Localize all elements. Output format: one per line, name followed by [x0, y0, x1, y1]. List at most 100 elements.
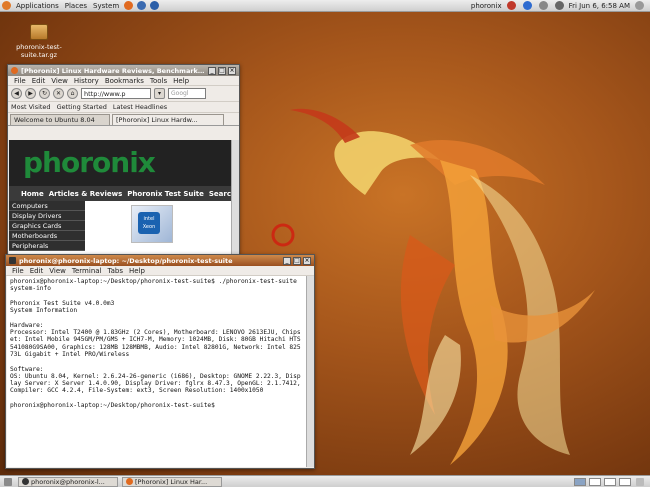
firefox-scrollbar[interactable]: [231, 140, 239, 254]
power-icon[interactable]: [635, 1, 644, 10]
firefox-titlebar[interactable]: [Phoronix] Linux Hardware Reviews, Bench…: [8, 65, 239, 76]
nav-home[interactable]: Home: [21, 190, 44, 198]
firefox-task-icon: [126, 477, 133, 485]
terminal-titlebar[interactable]: phoronix@phoronix-laptop: ~/Desktop/phor…: [6, 255, 314, 266]
nav-test-suite[interactable]: Phoronix Test Suite: [127, 190, 204, 198]
workspace-4[interactable]: [619, 477, 631, 486]
terminal-output[interactable]: phoronix@phoronix-laptop:~/Desktop/phoro…: [7, 276, 306, 467]
sidebar-item-motherboards[interactable]: Motherboards: [9, 231, 85, 241]
taskbar-firefox-label: [Phoronix] Linux Har...: [135, 477, 208, 486]
rss-feed-icon[interactable]: ▾: [154, 88, 165, 99]
sidebar-item-computers[interactable]: Computers: [9, 201, 85, 211]
web-page: phoronix Home Articles & Reviews Phoroni…: [9, 140, 231, 254]
bookmark-latest-headlines[interactable]: Latest Headlines: [113, 103, 167, 111]
bottom-panel: phoronix@phoronix-l... [Phoronix] Linux …: [0, 475, 650, 487]
bookmark-getting-started[interactable]: Getting Started: [57, 103, 107, 111]
reload-icon[interactable]: ↻: [39, 88, 50, 99]
firefox-icon: [11, 67, 18, 74]
workspace-1[interactable]: [574, 477, 586, 486]
volume-icon[interactable]: [554, 1, 564, 10]
site-nav: Home Articles & Reviews Phoronix Test Su…: [9, 186, 231, 201]
site-sidebar: Computers Display Drivers Graphics Cards…: [9, 201, 85, 251]
close-button[interactable]: ×: [228, 66, 236, 75]
firefox-window-title: [Phoronix] Linux Hardware Reviews, Bench…: [21, 66, 206, 75]
nav-search[interactable]: Search: [209, 190, 231, 198]
network-icon[interactable]: [506, 1, 516, 10]
minimize-button[interactable]: _: [283, 256, 291, 265]
close-button[interactable]: ×: [303, 256, 311, 265]
firefox-launcher-icon[interactable]: [124, 1, 134, 10]
stop-icon[interactable]: ✕: [53, 88, 64, 99]
site-banner: phoronix: [9, 140, 231, 186]
menu-tools[interactable]: Tools: [147, 76, 170, 86]
taskbar-firefox[interactable]: [Phoronix] Linux Har...: [122, 476, 222, 487]
menu-edit[interactable]: Edit: [27, 266, 47, 276]
back-arrow-icon[interactable]: ◀: [11, 88, 22, 99]
email-launcher-icon[interactable]: [137, 1, 147, 10]
intel-xeon-badge: intel Xeon: [138, 212, 160, 234]
tab-strip: Welcome to Ubuntu 8.04 [Phoronix] Linux …: [8, 113, 239, 126]
firefox-window[interactable]: [Phoronix] Linux Hardware Reviews, Bench…: [7, 64, 240, 256]
terminal-icon: [9, 257, 16, 264]
help-launcher-icon[interactable]: [150, 1, 160, 10]
menu-view[interactable]: View: [48, 76, 71, 86]
menu-bookmarks[interactable]: Bookmarks: [102, 76, 147, 86]
menu-file[interactable]: File: [9, 266, 27, 276]
workspace-2[interactable]: [589, 477, 601, 486]
terminal-scrollbar[interactable]: [306, 276, 314, 467]
menu-help[interactable]: Help: [126, 266, 148, 276]
show-desktop-icon[interactable]: [4, 477, 12, 486]
url-bar[interactable]: http://www.p: [81, 88, 151, 99]
terminal-task-icon: [22, 477, 29, 485]
forward-arrow-icon[interactable]: ▶: [25, 88, 36, 99]
wallpaper-heron-art: [271, 108, 595, 465]
menu-view[interactable]: View: [46, 266, 69, 276]
workspace-3[interactable]: [604, 477, 616, 486]
menu-terminal[interactable]: Terminal: [69, 266, 105, 276]
tab-phoronix[interactable]: [Phoronix] Linux Hardw...: [112, 114, 224, 125]
url-text: http://www.p: [84, 89, 126, 98]
site-logo[interactable]: phoronix: [23, 149, 156, 177]
bookmark-most-visited[interactable]: Most Visited: [11, 103, 51, 111]
desktop-file-label: phoronix-test-suite.tar.gz: [16, 43, 62, 59]
archive-icon: [30, 24, 48, 40]
trash-icon[interactable]: [636, 477, 644, 486]
maximize-button[interactable]: □: [218, 66, 226, 75]
system-tray: phoronix Fri Jun 6, 6:58 AM: [471, 1, 650, 10]
search-placeholder: Googl: [171, 90, 189, 97]
ubuntu-logo-icon[interactable]: [2, 1, 11, 10]
sidebar-item-peripherals[interactable]: Peripherals: [9, 241, 85, 251]
search-input[interactable]: Googl: [168, 88, 206, 99]
user-name[interactable]: phoronix: [471, 2, 502, 10]
sidebar-item-display-drivers[interactable]: Display Drivers: [9, 211, 85, 221]
terminal-window-title: phoronix@phoronix-laptop: ~/Desktop/phor…: [19, 256, 233, 265]
navigation-toolbar: ◀ ▶ ↻ ✕ ⌂ http://www.p ▾ Googl: [8, 86, 239, 102]
minimize-button[interactable]: _: [208, 66, 216, 75]
menu-file[interactable]: File: [11, 76, 29, 86]
menu-tabs[interactable]: Tabs: [105, 266, 127, 276]
clock[interactable]: Fri Jun 6, 6:58 AM: [569, 2, 630, 10]
menu-help[interactable]: Help: [170, 76, 192, 86]
menu-edit[interactable]: Edit: [29, 76, 49, 86]
page-content: Computers Display Drivers Graphics Cards…: [9, 201, 231, 251]
taskbar-terminal-label: phoronix@phoronix-l...: [31, 477, 105, 486]
terminal-window[interactable]: phoronix@phoronix-laptop: ~/Desktop/phor…: [5, 254, 315, 469]
menu-applications[interactable]: Applications: [13, 0, 62, 12]
tab-welcome[interactable]: Welcome to Ubuntu 8.04: [10, 114, 110, 125]
workspace-switcher: [574, 477, 650, 486]
menu-system[interactable]: System: [90, 0, 122, 12]
battery-icon[interactable]: [538, 1, 548, 10]
menu-places[interactable]: Places: [62, 0, 90, 12]
menu-history[interactable]: History: [71, 76, 102, 86]
taskbar-terminal[interactable]: phoronix@phoronix-l...: [18, 476, 118, 487]
maximize-button[interactable]: □: [293, 256, 301, 265]
nav-articles[interactable]: Articles & Reviews: [49, 190, 123, 198]
sidebar-item-graphics-cards[interactable]: Graphics Cards: [9, 221, 85, 231]
desktop-file-icon[interactable]: phoronix-test-suite.tar.gz: [8, 24, 70, 59]
intel-ad-banner[interactable]: intel Xeon: [131, 205, 173, 243]
terminal-menubar: File Edit View Terminal Tabs Help: [6, 266, 314, 276]
bookmarks-toolbar: Most Visited Getting Started Latest Head…: [8, 102, 239, 113]
top-panel: Applications Places System phoronix Fri …: [0, 0, 650, 12]
bluetooth-icon[interactable]: [522, 1, 532, 10]
home-icon[interactable]: ⌂: [67, 88, 78, 99]
